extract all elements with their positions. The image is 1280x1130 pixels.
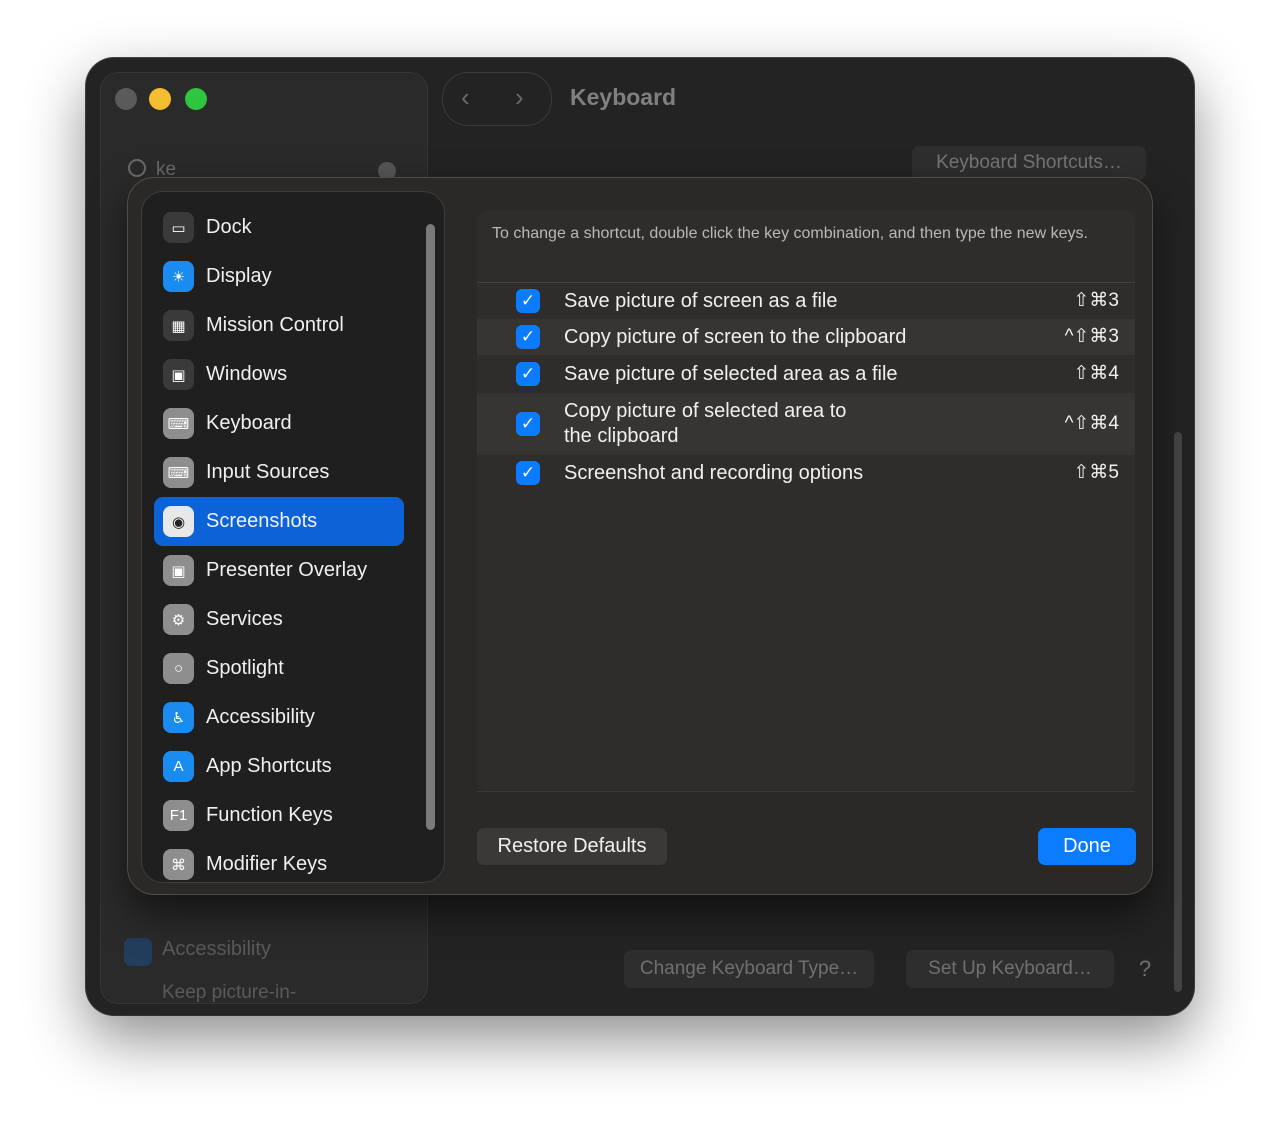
- category-label: Windows: [206, 363, 288, 385]
- category-item-keyboard[interactable]: ⌨ Keyboard: [154, 399, 404, 448]
- category-label: Display: [206, 265, 272, 287]
- windows-icon: ▣: [163, 359, 194, 390]
- shortcut-label: Copy picture of screen to the clipboard: [564, 326, 907, 348]
- shortcut-checkbox[interactable]: ✓: [516, 362, 540, 386]
- app-store-icon: A: [163, 751, 194, 782]
- category-label: Services: [206, 608, 283, 630]
- keyboard-shortcuts-sheet: ▭ Dock ☀ Display ▦ Mission Control ▣ Windows ⌨ Ke…: [128, 178, 1152, 894]
- shortcut-label: Screenshot and recording options: [564, 462, 864, 484]
- shortcut-key-combination[interactable]: ⇧⌘3: [1074, 289, 1120, 312]
- shortcut-row[interactable]: ✓ Screenshot and recording options ⇧⌘5: [477, 455, 1135, 491]
- keyboard-shortcuts-button[interactable]: Keyboard Shortcuts…: [912, 146, 1146, 180]
- shortcut-checkbox[interactable]: ✓: [516, 412, 540, 436]
- spotlight-search-icon: ○: [163, 653, 194, 684]
- shortcut-categories-list: ▭ Dock ☀ Display ▦ Mission Control ▣ Windows ⌨ Ke…: [141, 191, 445, 883]
- category-item-display[interactable]: ☀ Display: [154, 252, 404, 301]
- search-icon: [128, 159, 146, 177]
- category-item-presenter-overlay[interactable]: ▣ Presenter Overlay: [154, 546, 404, 595]
- category-item-function-keys[interactable]: F1 Function Keys: [154, 791, 404, 840]
- sidebar-item-accessibility[interactable]: Accessibility: [162, 938, 271, 961]
- category-label: Spotlight: [206, 657, 284, 679]
- shortcut-label: Save picture of selected area as a file: [564, 363, 898, 385]
- set-up-keyboard-button[interactable]: Set Up Keyboard…: [906, 950, 1114, 988]
- forward-chevron-icon[interactable]: ›: [515, 82, 524, 113]
- keyboard-icon: ⌨: [163, 408, 194, 439]
- category-label: Modifier Keys: [206, 853, 328, 875]
- shortcut-key-combination[interactable]: ^⇧⌘4: [1065, 412, 1119, 435]
- function-key-icon: F1: [163, 800, 194, 831]
- dock-icon: ▭: [163, 212, 194, 243]
- search-result-snippet: Keep picture-in-: [162, 982, 297, 1003]
- shortcut-checkbox[interactable]: ✓: [516, 461, 540, 485]
- services-gears-icon: ⚙: [163, 604, 194, 635]
- navigation-buttons: ‹ ›: [442, 72, 552, 126]
- shortcut-key-combination[interactable]: ^⇧⌘3: [1065, 325, 1119, 348]
- minimize-window-button[interactable]: [149, 88, 171, 110]
- accessibility-icon: ♿: [163, 702, 194, 733]
- help-button[interactable]: ?: [1132, 950, 1158, 988]
- category-label: Screenshots: [206, 510, 318, 532]
- shortcut-row[interactable]: ✓ Copy picture of selected area to the cli…: [477, 393, 1135, 455]
- category-label: Function Keys: [206, 804, 333, 826]
- category-item-mission-control[interactable]: ▦ Mission Control: [154, 301, 404, 350]
- done-button[interactable]: Done: [1038, 828, 1136, 865]
- category-label: App Shortcuts: [206, 755, 332, 777]
- input-sources-icon: ⌨: [163, 457, 194, 488]
- screenshot-camera-icon: ◉: [163, 506, 194, 537]
- category-item-modifier-keys[interactable]: ⌘ Modifier Keys: [154, 840, 404, 882]
- back-chevron-icon[interactable]: ‹: [461, 82, 470, 113]
- shortcut-row[interactable]: ✓ Save picture of screen as a file ⇧⌘3: [477, 283, 1135, 319]
- category-label: Keyboard: [206, 412, 292, 434]
- category-label: Input Sources: [206, 461, 330, 483]
- shortcut-row[interactable]: ✓ Copy picture of screen to the clipboard…: [477, 319, 1135, 355]
- zoom-window-button[interactable]: [185, 88, 207, 110]
- shortcut-checkbox[interactable]: ✓: [516, 289, 540, 313]
- window-scrollbar[interactable]: [1174, 432, 1182, 992]
- category-label: Accessibility: [206, 706, 315, 728]
- restore-defaults-button[interactable]: Restore Defaults: [477, 828, 667, 865]
- close-window-button[interactable]: [115, 88, 137, 110]
- display-brightness-icon: ☀: [163, 261, 194, 292]
- category-item-services[interactable]: ⚙ Services: [154, 595, 404, 644]
- list-scrollbar[interactable]: [426, 224, 435, 830]
- window-title: Keyboard: [570, 84, 677, 110]
- category-label: Mission Control: [206, 314, 344, 336]
- shortcut-label: Save picture of screen as a file: [564, 290, 838, 312]
- shortcut-key-combination[interactable]: ⇧⌘4: [1074, 362, 1120, 385]
- shortcut-key-combination[interactable]: ⇧⌘5: [1074, 461, 1120, 484]
- category-label: Dock: [206, 216, 252, 238]
- category-item-screenshots[interactable]: ◉ Screenshots: [154, 497, 404, 546]
- category-item-accessibility[interactable]: ♿ Accessibility: [154, 693, 404, 742]
- accessibility-icon: [124, 938, 152, 966]
- search-input-value: ke: [156, 159, 177, 180]
- category-item-app-shortcuts[interactable]: A App Shortcuts: [154, 742, 404, 791]
- category-label: Presenter Overlay: [206, 559, 368, 581]
- presenter-overlay-icon: ▣: [163, 555, 194, 586]
- mission-control-icon: ▦: [163, 310, 194, 341]
- category-item-spotlight[interactable]: ○ Spotlight: [154, 644, 404, 693]
- sidebar-selection-peek: [114, 406, 128, 454]
- shortcut-row[interactable]: ✓ Save picture of selected area as a file…: [477, 355, 1135, 393]
- category-item-windows[interactable]: ▣ Windows: [154, 350, 404, 399]
- category-item-input-sources[interactable]: ⌨ Input Sources: [154, 448, 404, 497]
- command-key-icon: ⌘: [163, 849, 194, 880]
- shortcut-label: Copy picture of selected area to the clip…: [564, 400, 847, 447]
- instructions-text: To change a shortcut, double click the k…: [492, 225, 1088, 242]
- divider: [477, 791, 1135, 792]
- category-item-dock[interactable]: ▭ Dock: [154, 203, 404, 252]
- shortcut-checkbox[interactable]: ✓: [516, 325, 540, 349]
- shortcut-panel: To change a shortcut, double click the k…: [477, 211, 1135, 791]
- change-keyboard-type-button[interactable]: Change Keyboard Type…: [624, 950, 874, 988]
